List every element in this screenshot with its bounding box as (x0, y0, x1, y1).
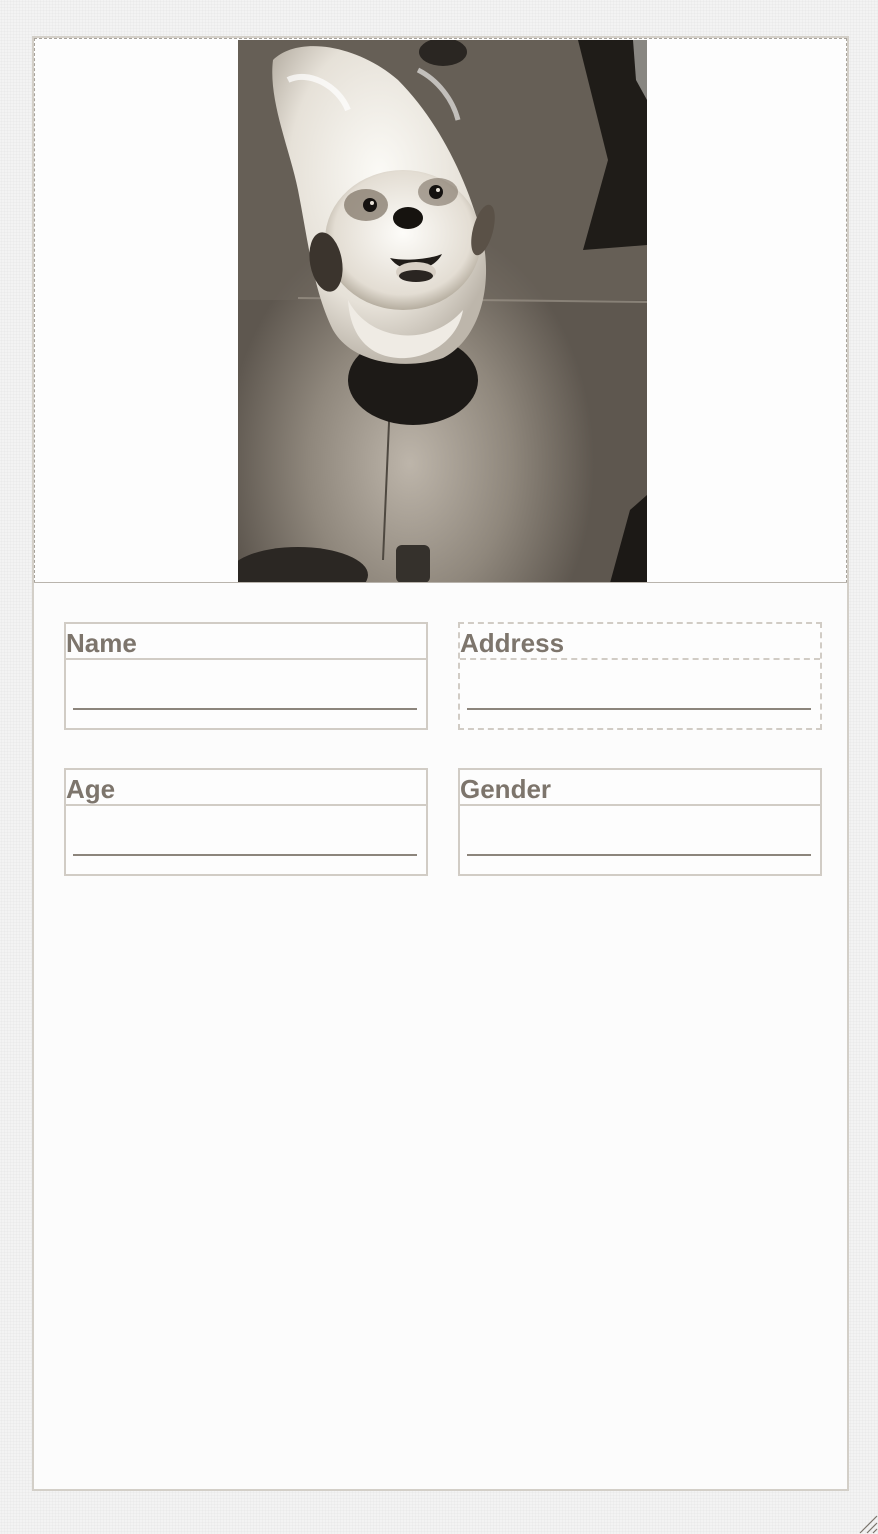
age-input[interactable] (73, 814, 417, 856)
address-label: Address (460, 624, 820, 660)
gender-input[interactable] (467, 814, 811, 856)
name-input[interactable] (73, 668, 417, 710)
dog-photo (238, 40, 647, 583)
name-label: Name (66, 624, 426, 660)
age-field-group: Age (64, 768, 428, 876)
age-label: Age (66, 770, 426, 806)
name-field-group: Name (64, 622, 428, 730)
app-window: Name Address Age Gender (32, 36, 849, 1491)
gender-label: Gender (460, 770, 820, 806)
resize-grip-icon[interactable] (856, 1512, 878, 1534)
address-input[interactable] (467, 668, 811, 710)
address-field-group: Address (458, 622, 822, 730)
gender-field-group: Gender (458, 768, 822, 876)
photo-panel (34, 38, 847, 583)
